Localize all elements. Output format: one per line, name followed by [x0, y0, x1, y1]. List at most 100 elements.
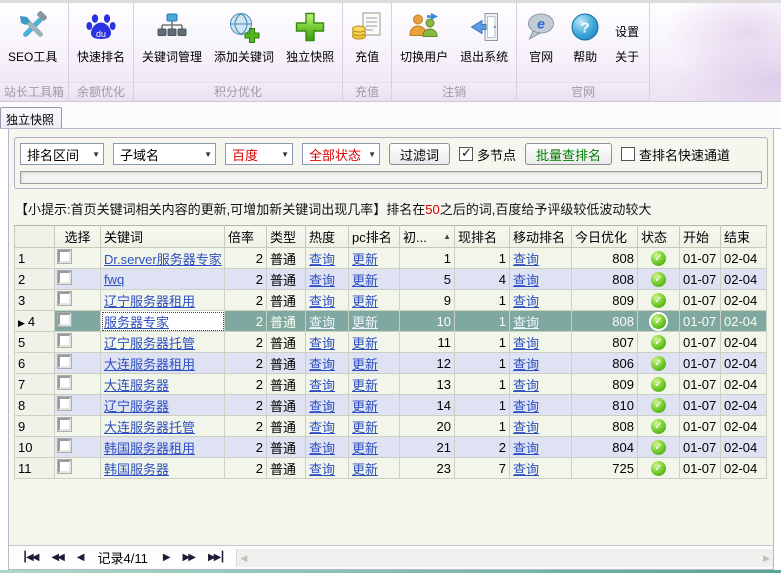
column-header[interactable]: [15, 226, 55, 248]
mobile-query-link[interactable]: 查询: [513, 399, 539, 414]
pc-update-link[interactable]: 更新: [352, 273, 378, 288]
hot-query-link[interactable]: 查询: [309, 357, 335, 372]
column-header[interactable]: 热度: [306, 226, 349, 248]
keyword-link[interactable]: 大连服务器: [104, 378, 169, 393]
settings-link[interactable]: 设置: [615, 23, 639, 40]
keyword-link[interactable]: 辽宁服务器租用: [104, 294, 195, 309]
fast-channel-checkbox[interactable]: [621, 147, 635, 161]
mobile-query-link[interactable]: 查询: [513, 378, 539, 393]
pc-update-link[interactable]: 更新: [352, 252, 378, 267]
table-row[interactable]: 8辽宁服务器2普通查询更新141查询810✓01-0702-04: [15, 395, 767, 416]
keyword-link[interactable]: Dr.server服务器专家: [104, 252, 222, 267]
prev-record-button[interactable]: ◀: [70, 552, 90, 563]
subdomain-dropdown[interactable]: 子域名 ▼: [113, 143, 216, 165]
pc-update-link[interactable]: 更新: [352, 357, 378, 372]
pc-update-link[interactable]: 更新: [352, 462, 378, 477]
column-header[interactable]: 现排名: [455, 226, 510, 248]
fast-ranking-button[interactable]: du 快速排名: [71, 6, 131, 82]
search-engine-dropdown[interactable]: 百度 ▼: [225, 143, 293, 165]
column-header[interactable]: 关键词: [101, 226, 225, 248]
switch-user-button[interactable]: 切换用户: [394, 6, 454, 82]
scroll-left-icon[interactable]: ◀: [240, 553, 247, 564]
table-row[interactable]: 10韩国服务器租用2普通查询更新212查询804✓01-0702-04: [15, 437, 767, 458]
mobile-query-link[interactable]: 查询: [513, 462, 539, 477]
pc-update-link[interactable]: 更新: [352, 420, 378, 435]
last-record-button[interactable]: ▶▶┃: [201, 552, 230, 563]
keyword-manage-button[interactable]: 关键词管理: [136, 6, 208, 82]
column-header[interactable]: 倍率: [225, 226, 267, 248]
mobile-query-link[interactable]: 查询: [513, 294, 539, 309]
column-header[interactable]: 类型: [267, 226, 306, 248]
table-row[interactable]: 3辽宁服务器租用2普通查询更新91查询809✓01-0702-04: [15, 290, 767, 311]
row-checkbox[interactable]: [58, 292, 71, 305]
hot-query-link[interactable]: 查询: [309, 315, 335, 330]
next-page-button[interactable]: ▶▶: [176, 552, 201, 563]
mobile-query-link[interactable]: 查询: [513, 252, 539, 267]
exit-system-button[interactable]: 退出系统: [454, 6, 514, 82]
row-checkbox[interactable]: [58, 271, 71, 284]
row-checkbox[interactable]: [58, 460, 71, 473]
official-site-button[interactable]: e 官网: [519, 6, 563, 82]
multi-node-checkbox[interactable]: [459, 147, 473, 161]
hot-query-link[interactable]: 查询: [309, 336, 335, 351]
first-record-button[interactable]: ┃◀◀: [15, 552, 44, 563]
row-checkbox[interactable]: [58, 397, 71, 410]
row-checkbox[interactable]: [58, 334, 71, 347]
hot-query-link[interactable]: 查询: [309, 378, 335, 393]
seo-tools-button[interactable]: SEO工具: [2, 6, 63, 82]
hot-query-link[interactable]: 查询: [309, 420, 335, 435]
table-row[interactable]: 9大连服务器托管2普通查询更新201查询808✓01-0702-04: [15, 416, 767, 437]
table-row[interactable]: 11韩国服务器2普通查询更新237查询725✓01-0702-04: [15, 458, 767, 479]
table-row[interactable]: 2fwq2普通查询更新54查询808✓01-0702-04: [15, 269, 767, 290]
hot-query-link[interactable]: 查询: [309, 252, 335, 267]
pc-update-link[interactable]: 更新: [352, 315, 378, 330]
column-header[interactable]: 选择: [55, 226, 101, 248]
batch-check-rank-button[interactable]: 批量查排名: [525, 143, 612, 165]
column-header[interactable]: 状态: [638, 226, 680, 248]
keyword-link[interactable]: 服务器专家: [104, 315, 169, 330]
table-row[interactable]: ▶4服务器专家2普通查询更新101查询808✓01-0702-04: [15, 311, 767, 332]
row-checkbox[interactable]: [58, 313, 71, 326]
mobile-query-link[interactable]: 查询: [513, 315, 539, 330]
mobile-query-link[interactable]: 查询: [513, 420, 539, 435]
table-row[interactable]: 5辽宁服务器托管2普通查询更新111查询807✓01-0702-04: [15, 332, 767, 353]
hot-query-link[interactable]: 查询: [309, 273, 335, 288]
mobile-query-link[interactable]: 查询: [513, 273, 539, 288]
keyword-link[interactable]: 大连服务器租用: [104, 357, 195, 372]
about-link[interactable]: 关于: [615, 48, 639, 65]
row-checkbox[interactable]: [58, 418, 71, 431]
column-header[interactable]: 移动排名: [510, 226, 572, 248]
mobile-query-link[interactable]: 查询: [513, 336, 539, 351]
keyword-link[interactable]: 辽宁服务器托管: [104, 336, 195, 351]
keyword-link[interactable]: 大连服务器托管: [104, 420, 195, 435]
table-row[interactable]: 1Dr.server服务器专家2普通查询更新11查询808✓01-0702-04: [15, 248, 767, 269]
table-row[interactable]: 7大连服务器2普通查询更新131查询809✓01-0702-04: [15, 374, 767, 395]
column-header[interactable]: 初...▲: [400, 226, 455, 248]
row-checkbox[interactable]: [58, 439, 71, 452]
column-header[interactable]: 结束: [721, 226, 767, 248]
column-header[interactable]: pc排名: [349, 226, 400, 248]
row-checkbox[interactable]: [58, 376, 71, 389]
pc-update-link[interactable]: 更新: [352, 336, 378, 351]
next-record-button[interactable]: ▶: [156, 552, 176, 563]
scroll-right-icon[interactable]: ▶: [763, 553, 770, 564]
filter-words-button[interactable]: 过滤词: [389, 143, 450, 165]
pc-update-link[interactable]: 更新: [352, 399, 378, 414]
recharge-button[interactable]: 充值: [345, 6, 389, 82]
tab-standalone-snapshot[interactable]: 独立快照: [0, 107, 62, 128]
hot-query-link[interactable]: 查询: [309, 441, 335, 456]
hot-query-link[interactable]: 查询: [309, 294, 335, 309]
help-button[interactable]: ? 帮助: [563, 6, 607, 82]
keyword-link[interactable]: 辽宁服务器: [104, 399, 169, 414]
column-header[interactable]: 今日优化: [572, 226, 638, 248]
mobile-query-link[interactable]: 查询: [513, 441, 539, 456]
add-keyword-button[interactable]: 添加关键词: [208, 6, 280, 82]
status-dropdown[interactable]: 全部状态 ▼: [302, 143, 380, 165]
keyword-link[interactable]: 韩国服务器租用: [104, 441, 195, 456]
pc-update-link[interactable]: 更新: [352, 378, 378, 393]
pc-update-link[interactable]: 更新: [352, 294, 378, 309]
row-checkbox[interactable]: [58, 250, 71, 263]
rank-range-dropdown[interactable]: 排名区间 ▼: [20, 143, 104, 165]
horizontal-scrollbar[interactable]: ◀ ▶: [236, 549, 773, 567]
mobile-query-link[interactable]: 查询: [513, 357, 539, 372]
